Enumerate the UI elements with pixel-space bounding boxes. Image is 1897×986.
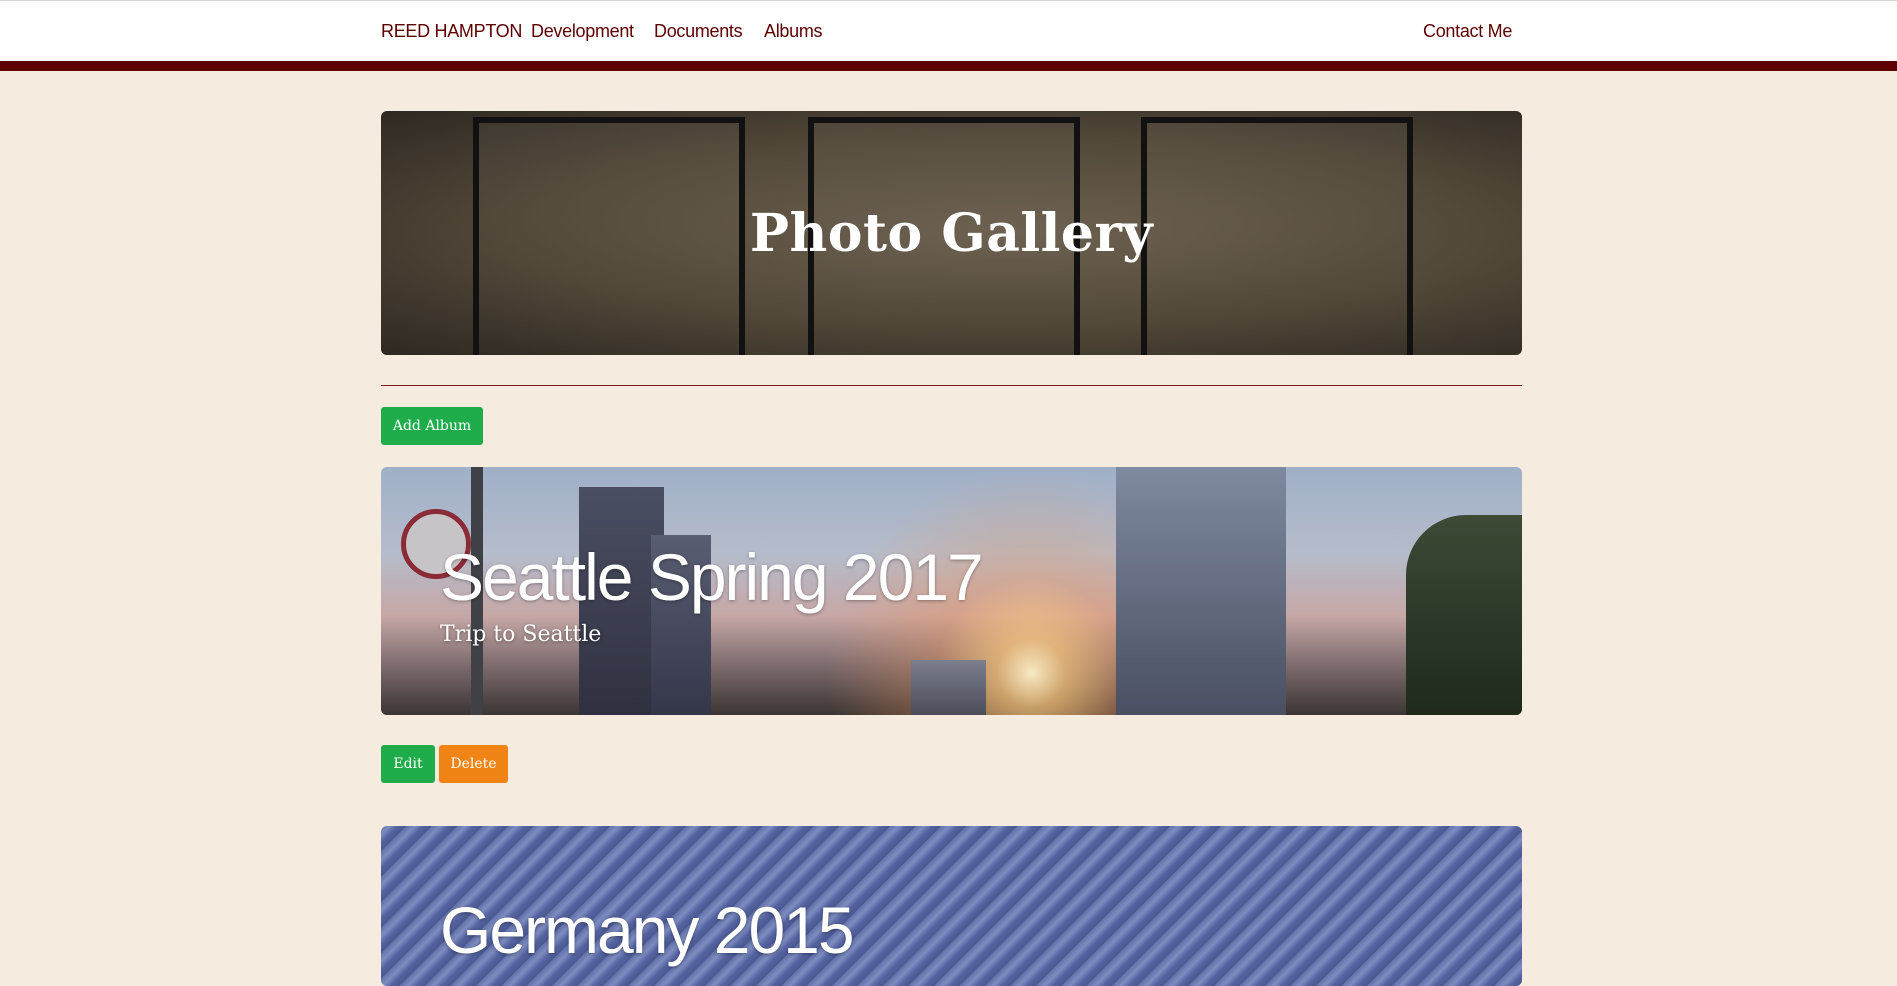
nav-brand-link[interactable]: REED HAMPTON	[381, 21, 522, 42]
top-navbar: REED HAMPTON Development Documents Album…	[0, 0, 1897, 61]
page-title: Photo Gallery	[749, 203, 1154, 264]
album-cover-tree	[1406, 515, 1522, 715]
nav-albums-link[interactable]: Albums	[764, 21, 823, 42]
section-divider	[381, 385, 1522, 386]
album-title: Seattle Spring 2017	[440, 540, 984, 614]
add-album-button[interactable]: Add Album	[381, 407, 483, 445]
album-cover-building	[1116, 467, 1286, 715]
album-title: Germany 2015	[440, 893, 855, 967]
album-subtitle: Trip to Seattle	[440, 622, 602, 647]
edit-album-button[interactable]: Edit	[381, 745, 435, 783]
album-card-germany[interactable]: Germany 2015	[381, 826, 1522, 986]
album-cover-building	[911, 660, 986, 715]
nav-development-link[interactable]: Development	[531, 21, 634, 42]
album-card-seattle[interactable]: Seattle Spring 2017 Trip to Seattle	[381, 467, 1522, 715]
delete-album-button[interactable]: Delete	[439, 745, 508, 783]
nav-contact-link[interactable]: Contact Me	[1423, 21, 1512, 42]
nav-documents-link[interactable]: Documents	[654, 21, 743, 42]
photo-gallery-banner: Photo Gallery	[381, 111, 1522, 355]
navbar-accent-rule	[0, 61, 1897, 71]
